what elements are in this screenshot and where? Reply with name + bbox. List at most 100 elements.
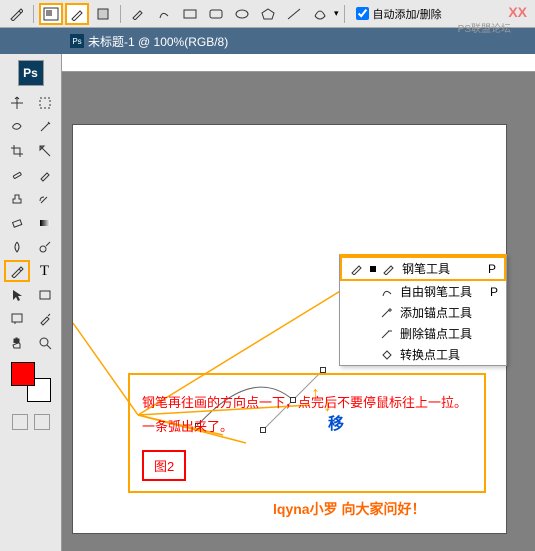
ellipse-shape[interactable] (230, 3, 254, 25)
brush-icon (38, 168, 52, 182)
type-tool[interactable]: T (32, 260, 58, 282)
dodge-tool[interactable] (32, 236, 58, 258)
watermark-gray: PS联盟论坛 (458, 20, 511, 35)
notes-tool[interactable] (4, 308, 30, 330)
flyout-pen-tool[interactable]: 钢笔工具 P (340, 256, 506, 281)
custom-shape[interactable] (308, 3, 332, 25)
heal-icon (10, 168, 24, 182)
shape-layers-icon (43, 7, 59, 21)
flyout-label: 自由钢笔工具 (400, 283, 472, 300)
pen-icon (10, 264, 24, 278)
gradient-tool[interactable] (32, 212, 58, 234)
document-tab[interactable]: Ps 未标题-1 @ 100%(RGB/8) (70, 33, 228, 50)
slice-tool[interactable] (32, 140, 58, 162)
custom-shape-icon (313, 8, 327, 20)
pen-tool[interactable] (4, 260, 30, 282)
pen-tool-flyout: 钢笔工具 P 自由钢笔工具 P 添加锚点工具 删除锚点工具 (339, 254, 507, 366)
ps-mini-icon: Ps (70, 34, 84, 48)
freeform-pen-shape[interactable] (152, 3, 176, 25)
slice-icon (38, 144, 52, 158)
document-title: 未标题-1 @ 100%(RGB/8) (88, 33, 228, 50)
stamp-tool[interactable] (4, 188, 30, 210)
flyout-shortcut: P (476, 262, 496, 276)
screen-mode[interactable] (34, 414, 50, 430)
crop-tool[interactable] (4, 140, 30, 162)
lasso-tool[interactable] (4, 116, 30, 138)
watermark-red: XX (508, 4, 527, 20)
horizontal-ruler (62, 54, 535, 72)
notes-icon (10, 312, 24, 326)
canvas-area: 移 ↑ ↓ 钢笔再往画的方向点一下，点完后不要停鼠标往上一拉。 一条弧出来了。 … (62, 54, 535, 551)
stamp-icon (10, 192, 24, 206)
wand-tool[interactable] (32, 116, 58, 138)
rectangle-shape[interactable] (178, 3, 202, 25)
flyout-delete-anchor[interactable]: 删除锚点工具 (340, 323, 506, 344)
crop-icon (10, 144, 24, 158)
rect-icon (38, 288, 52, 302)
flyout-label: 删除锚点工具 (400, 325, 472, 342)
flyout-label: 钢笔工具 (402, 260, 450, 277)
wand-icon (38, 120, 52, 134)
quick-mask[interactable] (12, 414, 28, 430)
handle-point-2 (320, 367, 326, 373)
polygon-icon (261, 8, 275, 20)
dodge-icon (38, 240, 52, 254)
blur-icon (10, 240, 24, 254)
author-signature: lqyna小罗 向大家问好！ (273, 499, 425, 519)
move-icon (10, 96, 24, 110)
zoom-icon (38, 336, 52, 350)
paths-mode[interactable] (65, 3, 89, 25)
hand-tool[interactable] (4, 332, 30, 354)
instruction-callout: 钢笔再往画的方向点一下，点完后不要停鼠标往上一拉。 一条弧出来了。 图2 (128, 373, 486, 493)
brush-tool[interactable] (32, 164, 58, 186)
instruction-line-1: 钢笔再往画的方向点一下，点完后不要停鼠标往上一拉。 (142, 391, 472, 414)
instruction-line-2: 一条弧出来了。 (142, 415, 472, 438)
path-select-tool[interactable] (4, 284, 30, 306)
pen-shape[interactable] (126, 3, 150, 25)
eraser-icon (10, 216, 24, 230)
rounded-rect-shape[interactable] (204, 3, 228, 25)
gradient-icon (38, 216, 52, 230)
polygon-shape[interactable] (256, 3, 280, 25)
document-tab-bar: Ps 未标题-1 @ 100%(RGB/8) (0, 28, 535, 54)
eyedropper-tool[interactable] (32, 308, 58, 330)
pen-icon (350, 262, 364, 276)
fill-icon (96, 7, 110, 21)
move-tool[interactable] (4, 92, 30, 114)
flyout-freeform-pen[interactable]: 自由钢笔工具 P (340, 281, 506, 302)
dropdown-arrow[interactable]: ▾ (334, 8, 339, 19)
convert-icon (380, 348, 394, 362)
shape-layers-mode[interactable] (39, 3, 63, 25)
heal-tool[interactable] (4, 164, 30, 186)
tools-panel: Ps T (0, 54, 62, 551)
blur-tool[interactable] (4, 236, 30, 258)
auto-add-delete-label: 自动添加/删除 (373, 6, 442, 22)
shape-tool[interactable] (32, 284, 58, 306)
flyout-label: 转换点工具 (400, 346, 460, 363)
marquee-icon (38, 96, 52, 110)
pen-minus-icon (380, 327, 394, 341)
pen-icon (9, 7, 23, 21)
type-icon: T (40, 263, 49, 280)
ellipse-icon (235, 8, 249, 20)
foreground-color[interactable] (11, 362, 35, 386)
line-shape[interactable] (282, 3, 306, 25)
line-icon (287, 8, 301, 20)
eraser-tool[interactable] (4, 212, 30, 234)
fill-pixels-mode[interactable] (91, 3, 115, 25)
flyout-add-anchor[interactable]: 添加锚点工具 (340, 302, 506, 323)
history-brush-tool[interactable] (32, 188, 58, 210)
pen-plus-icon (380, 306, 394, 320)
hand-icon (10, 336, 24, 350)
ps-logo: Ps (18, 60, 44, 86)
marquee-tool[interactable] (32, 92, 58, 114)
pen-tool-option[interactable] (4, 3, 28, 25)
zoom-tool[interactable] (32, 332, 58, 354)
flyout-convert-point[interactable]: 转换点工具 (340, 344, 506, 365)
lasso-icon (10, 120, 24, 134)
pen-icon (132, 8, 144, 20)
history-brush-icon (38, 192, 52, 206)
pen-icon (382, 262, 396, 276)
auto-add-delete-checkbox[interactable] (356, 7, 369, 20)
color-swatches[interactable] (11, 362, 51, 402)
